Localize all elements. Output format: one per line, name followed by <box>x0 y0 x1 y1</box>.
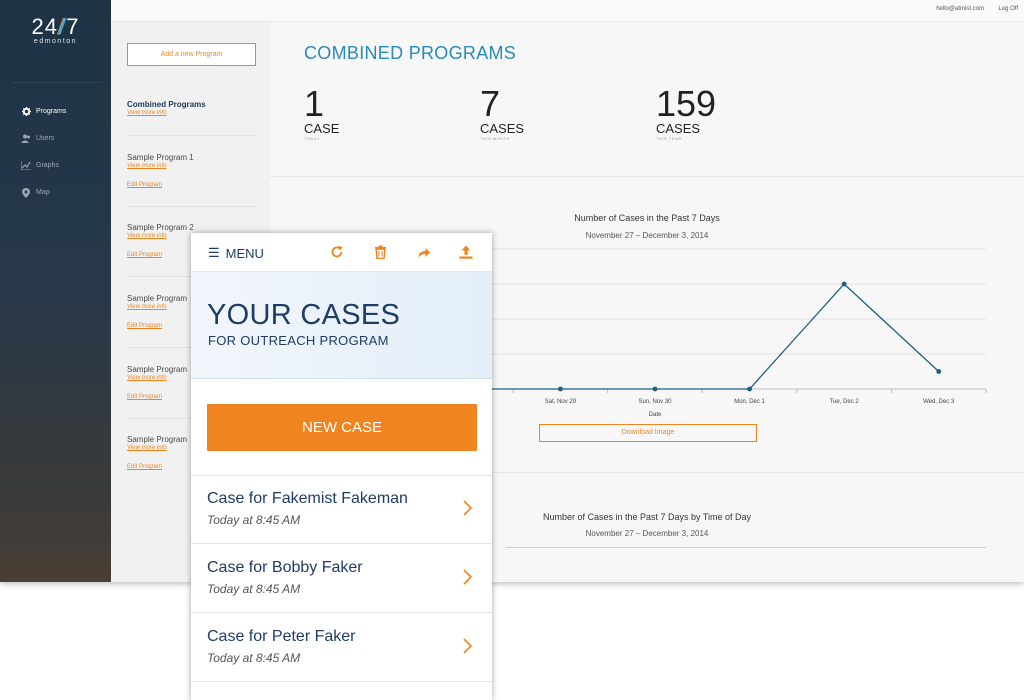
case-list-item[interactable]: Case for Fakemist Fakeman Today at 8:45 … <box>191 476 492 544</box>
data-point <box>558 386 563 392</box>
program-item[interactable]: Sample Program 1 View more info Edit Pro… <box>127 153 256 188</box>
section-divider <box>270 176 1024 177</box>
chart2-gridline <box>506 547 986 548</box>
mobile-hero: YOUR CASES FOR OUTREACH PROGRAM <box>191 272 492 379</box>
data-point <box>841 281 847 287</box>
stat-label: CASE <box>304 121 340 136</box>
gear-icon <box>20 107 32 116</box>
top-bar: hello@atmist.com Log Off <box>111 0 1024 22</box>
stat-period: TODAY <box>304 136 320 141</box>
sidebar-nav: Programs Users Graphs Map <box>20 98 66 206</box>
data-point <box>936 369 942 374</box>
stat-today: 1 CASE TODAY <box>304 83 340 142</box>
desktop-app-window: 24//7 edmonton Programs Users Graphs Map… <box>0 0 1024 582</box>
sidebar-item-graphs[interactable]: Graphs <box>20 152 66 179</box>
data-point <box>652 386 658 392</box>
add-program-button[interactable]: Add a new Program <box>127 43 256 66</box>
sidebar-item-label: Users <box>36 135 55 142</box>
upload-icon[interactable] <box>457 243 475 261</box>
case-title: Case for Peter Faker <box>207 628 356 645</box>
logoff-link[interactable]: Log Off <box>998 6 1018 12</box>
program-divider <box>127 206 256 207</box>
sidebar-item-map[interactable]: Map <box>20 179 66 206</box>
user-email: hello@atmist.com <box>936 6 984 12</box>
page-title: COMBINED PROGRAMS <box>304 43 517 63</box>
sidebar-item-programs[interactable]: Programs <box>20 98 66 125</box>
stat-period: THIS MONTH <box>480 136 510 141</box>
menu-label: MENU <box>225 245 264 261</box>
chevron-right-icon <box>463 638 473 659</box>
map-pin-icon <box>20 187 32 198</box>
sidebar-item-label: Graphs <box>36 162 59 169</box>
sidebar-item-users[interactable]: Users <box>20 125 66 152</box>
program-divider <box>127 135 256 136</box>
sidebar-item-label: Programs <box>36 108 67 115</box>
x-axis-label: Date <box>649 412 662 418</box>
stat-number: 1 <box>304 83 325 124</box>
program-item-combined[interactable]: Combined Programs View more info <box>127 100 256 116</box>
users-icon <box>20 134 32 143</box>
x-tick-label: Mon, Dec 1 <box>734 399 765 405</box>
case-title: Case for Bobby Faker <box>207 559 363 576</box>
program-name: Sample Program 2 <box>127 223 194 232</box>
stat-number: 159 <box>656 83 717 124</box>
case-list-item[interactable]: Case for Peter Faker Today at 8:45 AM <box>191 614 492 682</box>
refresh-icon[interactable] <box>328 243 346 261</box>
app-logo[interactable]: 24//7 edmonton <box>0 14 111 45</box>
case-time: Today at 8:45 AM <box>207 582 301 596</box>
stat-this-year: 159 CASES THIS YEAR <box>656 83 717 142</box>
stage: 24//7 edmonton Programs Users Graphs Map… <box>0 0 1024 700</box>
case-time: Today at 8:45 AM <box>207 513 301 527</box>
share-icon[interactable] <box>415 243 433 261</box>
sidebar: 24//7 edmonton Programs Users Graphs Map <box>0 0 111 582</box>
case-time: Today at 8:45 AM <box>207 651 301 665</box>
chart-icon <box>20 161 32 170</box>
logo-mark: 24//7 <box>31 14 80 39</box>
x-tick-label: Sun, Nov 30 <box>638 399 672 405</box>
mobile-page-subtitle: FOR OUTREACH PROGRAM <box>208 333 389 348</box>
mobile-header: ☰ MENU <box>191 233 492 272</box>
sidebar-item-label: Map <box>36 189 50 196</box>
x-tick-label: Tue, Dec 2 <box>830 399 860 405</box>
program-name: Sample Program 1 <box>127 153 194 162</box>
x-tick-label: Sat, Nov 29 <box>545 399 577 405</box>
mobile-page-title: YOUR CASES <box>207 299 401 331</box>
program-name: Combined Programs <box>127 100 206 109</box>
case-list-item[interactable]: Case for Bobby Faker Today at 8:45 AM <box>191 545 492 613</box>
chevron-right-icon <box>463 569 473 590</box>
view-more-link[interactable]: View more info <box>127 163 256 169</box>
chevron-right-icon <box>463 500 473 521</box>
x-tick-label: Wed, Dec 3 <box>923 399 955 405</box>
download-image-button[interactable]: Download Image <box>539 424 757 442</box>
view-more-link[interactable]: View more info <box>127 110 256 116</box>
stat-number: 7 <box>480 83 501 124</box>
sidebar-divider <box>12 82 102 83</box>
stat-period: THIS YEAR <box>656 136 682 141</box>
edit-program-link[interactable]: Edit Program <box>127 182 256 188</box>
hamburger-icon: ☰ <box>208 245 220 260</box>
stat-this-month: 7 CASES THIS MONTH <box>480 83 525 142</box>
trash-icon[interactable] <box>371 243 389 261</box>
menu-button[interactable]: ☰ MENU <box>208 245 264 261</box>
mobile-app-screen: ☰ MENU YOUR CASES FOR OUTREACH PROGRAM N… <box>191 233 492 700</box>
case-title: Case for Fakemist Fakeman <box>207 490 408 507</box>
stat-label: CASES <box>480 121 525 136</box>
data-point <box>747 386 752 392</box>
new-case-button[interactable]: NEW CASE <box>207 404 477 451</box>
